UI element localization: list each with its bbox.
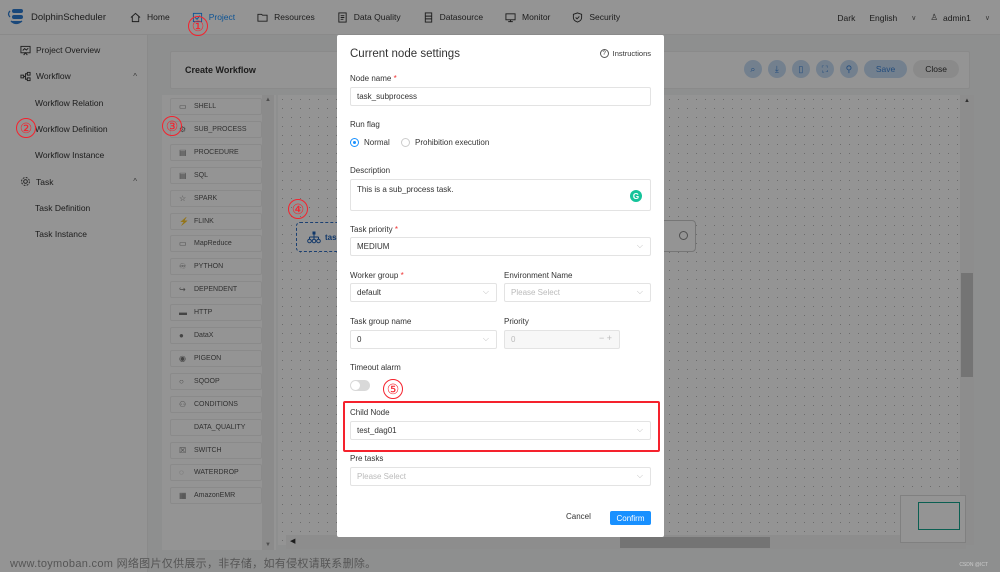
select-value: 0 bbox=[357, 335, 362, 344]
task-group-select[interactable]: 0 ⌵ bbox=[350, 330, 497, 349]
chevron-down-icon: ⌵ bbox=[482, 334, 489, 343]
required-mark: * bbox=[400, 271, 404, 280]
timeout-alarm-label: Timeout alarm bbox=[350, 363, 401, 372]
required-mark: * bbox=[393, 74, 397, 83]
annotation-marker-4: ④ bbox=[288, 199, 308, 219]
description-label: Description bbox=[350, 166, 391, 175]
radio-label: Normal bbox=[364, 138, 390, 147]
worker-group-select[interactable]: default ⌵ bbox=[350, 283, 497, 302]
annotation-marker-1: ① bbox=[188, 16, 208, 36]
node-settings-modal: Current node settings ? Instructions Nod… bbox=[337, 35, 664, 537]
task-priority-label: Task priority * bbox=[350, 225, 398, 234]
instructions-link[interactable]: ? Instructions bbox=[599, 49, 651, 58]
select-value: test_dag01 bbox=[357, 426, 397, 435]
radio-unchecked-icon bbox=[401, 138, 410, 147]
description-text: This is a sub_process task. bbox=[357, 185, 454, 194]
chevron-down-icon: ⌵ bbox=[636, 471, 643, 480]
task-priority-select[interactable]: MEDIUM ⌵ bbox=[350, 237, 651, 256]
label-text: Node name bbox=[350, 74, 392, 83]
cancel-button[interactable]: Cancel bbox=[566, 512, 591, 521]
annotation-marker-3: ③ bbox=[162, 116, 182, 136]
node-name-label: Node name * bbox=[350, 74, 397, 83]
chevron-down-icon: ⌵ bbox=[482, 287, 489, 296]
watermark-text: www.toymoban.com 网络图片仅供展示，非存储，如有侵权请联系删除。 bbox=[10, 558, 377, 570]
run-flag-normal-radio[interactable]: Normal bbox=[350, 138, 390, 147]
select-value: MEDIUM bbox=[357, 242, 390, 251]
required-mark: * bbox=[394, 225, 399, 234]
corner-mark: CSDN @ICT bbox=[959, 562, 988, 568]
child-node-select[interactable]: test_dag01 ⌵ bbox=[350, 421, 651, 440]
child-node-label: Child Node bbox=[350, 408, 390, 417]
grammarly-icon[interactable]: G bbox=[630, 190, 642, 202]
help-icon: ? bbox=[599, 49, 609, 58]
chevron-down-icon: ⌵ bbox=[636, 425, 643, 434]
confirm-button[interactable]: Confirm bbox=[610, 511, 651, 525]
task-group-label: Task group name bbox=[350, 317, 412, 326]
timeout-alarm-toggle[interactable] bbox=[350, 380, 370, 391]
radio-label: Prohibition execution bbox=[415, 138, 490, 147]
annotation-marker-2: ② bbox=[16, 118, 36, 138]
stepper-value: 0 bbox=[511, 335, 516, 344]
priority-label: Priority bbox=[504, 317, 529, 326]
select-value: default bbox=[357, 288, 382, 297]
select-placeholder: Please Select bbox=[357, 472, 406, 481]
minus-plus-icon[interactable]: − + bbox=[599, 333, 612, 343]
pre-tasks-label: Pre tasks bbox=[350, 454, 384, 463]
environment-label: Environment Name bbox=[504, 271, 573, 280]
worker-group-label: Worker group * bbox=[350, 271, 404, 280]
label-text: Task priority bbox=[350, 225, 393, 234]
modal-title: Current node settings bbox=[350, 48, 460, 60]
radio-checked-icon bbox=[350, 138, 359, 147]
run-flag-prohibition-radio[interactable]: Prohibition execution bbox=[401, 138, 489, 147]
node-name-input[interactable]: task_subprocess bbox=[350, 87, 651, 106]
app-root: DolphinScheduler Home Project Resources … bbox=[0, 0, 1000, 572]
instructions-label: Instructions bbox=[612, 49, 651, 58]
annotation-marker-5: ⑤ bbox=[383, 379, 403, 399]
chevron-down-icon: ⌵ bbox=[636, 287, 643, 296]
select-placeholder: Please Select bbox=[511, 288, 560, 297]
description-textarea[interactable]: This is a sub_process task. G bbox=[350, 179, 651, 211]
environment-select[interactable]: Please Select ⌵ bbox=[504, 283, 651, 302]
label-text: Worker group bbox=[350, 271, 399, 280]
run-flag-label: Run flag bbox=[350, 120, 380, 129]
priority-stepper[interactable]: 0 − + bbox=[504, 330, 620, 349]
chevron-down-icon: ⌵ bbox=[636, 241, 643, 250]
pre-tasks-select[interactable]: Please Select ⌵ bbox=[350, 467, 651, 486]
